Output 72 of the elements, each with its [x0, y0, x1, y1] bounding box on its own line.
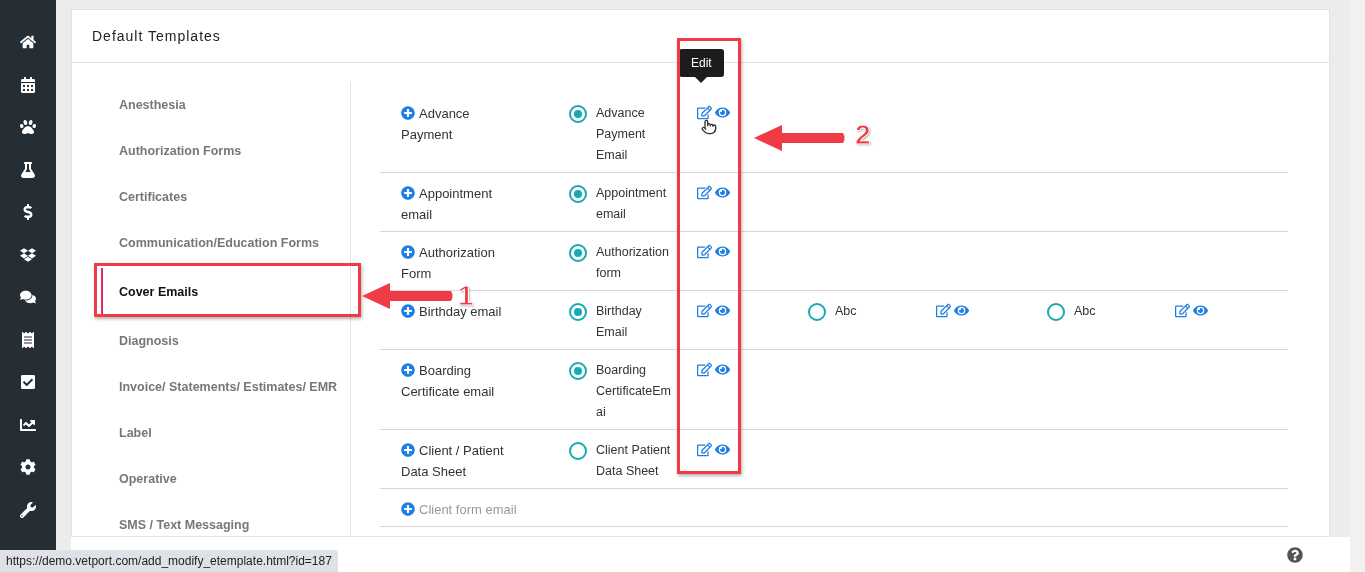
eye-icon[interactable] — [715, 105, 730, 120]
wrench-icon[interactable] — [20, 501, 36, 518]
edit-icon[interactable] — [936, 303, 951, 318]
card-title: Default Templates — [92, 28, 221, 44]
category-item[interactable]: Diagnosis — [101, 318, 350, 364]
edit-icon[interactable] — [697, 362, 712, 377]
add-icon[interactable] — [401, 245, 415, 259]
radio-button[interactable] — [569, 185, 587, 203]
template-label: Advance Payment Email — [596, 105, 647, 164]
edit-icon[interactable] — [697, 105, 712, 120]
add-icon[interactable] — [401, 106, 415, 120]
eye-icon[interactable] — [1193, 303, 1208, 318]
calendar-icon[interactable] — [20, 76, 36, 93]
category-item[interactable]: Invoice/ Statements/ Estimates/ EMR — [101, 364, 350, 410]
template-type-label: Advance Payment — [401, 105, 471, 144]
category-item[interactable]: Anesthesia — [101, 82, 350, 128]
template-label: Client Patient Data Sheet — [596, 442, 672, 480]
category-item[interactable]: SMS / Text Messaging — [101, 502, 350, 536]
add-icon[interactable] — [401, 304, 415, 318]
add-icon[interactable] — [401, 502, 415, 516]
status-url: https://demo.vetport.com/add_modify_etemplate.html?id=187 — [0, 550, 338, 572]
eye-icon[interactable] — [715, 244, 730, 259]
category-item[interactable]: Communication/Education Forms — [101, 220, 350, 266]
template-label: Birthday Email — [596, 303, 643, 341]
edit-icon[interactable] — [697, 244, 712, 259]
template-label: Boarding CertificateEmai — [596, 362, 673, 421]
radio-button[interactable] — [569, 303, 587, 321]
tooltip-arrow — [695, 77, 708, 83]
template-type-label: Appointment email — [401, 185, 493, 224]
category-item[interactable]: Certificates — [101, 174, 350, 220]
eye-icon[interactable] — [954, 303, 969, 318]
document-icon[interactable] — [20, 331, 36, 348]
template-type-label: Client form email — [401, 499, 569, 520]
edit-icon[interactable] — [697, 442, 712, 457]
settings-icon[interactable] — [20, 459, 36, 475]
radio-button[interactable] — [569, 244, 587, 262]
radio-button[interactable] — [569, 362, 587, 380]
add-icon[interactable] — [401, 186, 415, 200]
boxes-icon[interactable] — [20, 246, 36, 263]
eye-icon[interactable] — [715, 442, 730, 457]
edit-icon[interactable] — [697, 303, 712, 318]
category-item[interactable]: Label — [101, 410, 350, 456]
category-item[interactable]: Operative — [101, 456, 350, 502]
eye-icon[interactable] — [715, 185, 730, 200]
help-icon[interactable] — [1287, 546, 1303, 563]
category-item[interactable]: Authorization Forms — [101, 128, 350, 174]
template-label: Abc — [835, 303, 858, 320]
eye-icon[interactable] — [715, 303, 730, 318]
template-type-label: Boarding Certificate email — [401, 362, 496, 401]
flask-icon[interactable] — [20, 161, 36, 178]
eye-icon[interactable] — [715, 362, 730, 377]
radio-button[interactable] — [569, 442, 587, 460]
category-item[interactable]: Cover Emails — [101, 268, 350, 316]
add-icon[interactable] — [401, 363, 415, 377]
paw-icon[interactable] — [20, 119, 36, 135]
template-label: Appointment email — [596, 185, 668, 223]
edit-icon[interactable] — [697, 185, 712, 200]
template-label: Abc — [1074, 303, 1097, 320]
checkbox-icon[interactable] — [20, 374, 36, 390]
hand-cursor-icon — [701, 119, 717, 135]
chat-icon[interactable] — [20, 289, 36, 305]
radio-button[interactable] — [569, 105, 587, 123]
template-type-label: Authorization Form — [401, 244, 496, 283]
radio-button[interactable] — [1047, 303, 1065, 321]
radio-button[interactable] — [808, 303, 826, 321]
add-icon[interactable] — [401, 443, 415, 457]
edit-icon[interactable] — [1175, 303, 1190, 318]
template-label: Authorization form — [596, 244, 670, 282]
annotation-number: 2 — [855, 120, 871, 150]
home-icon[interactable] — [20, 34, 36, 50]
chart-icon[interactable] — [20, 416, 36, 433]
template-type-label: Client / Patient Data Sheet — [401, 442, 505, 481]
